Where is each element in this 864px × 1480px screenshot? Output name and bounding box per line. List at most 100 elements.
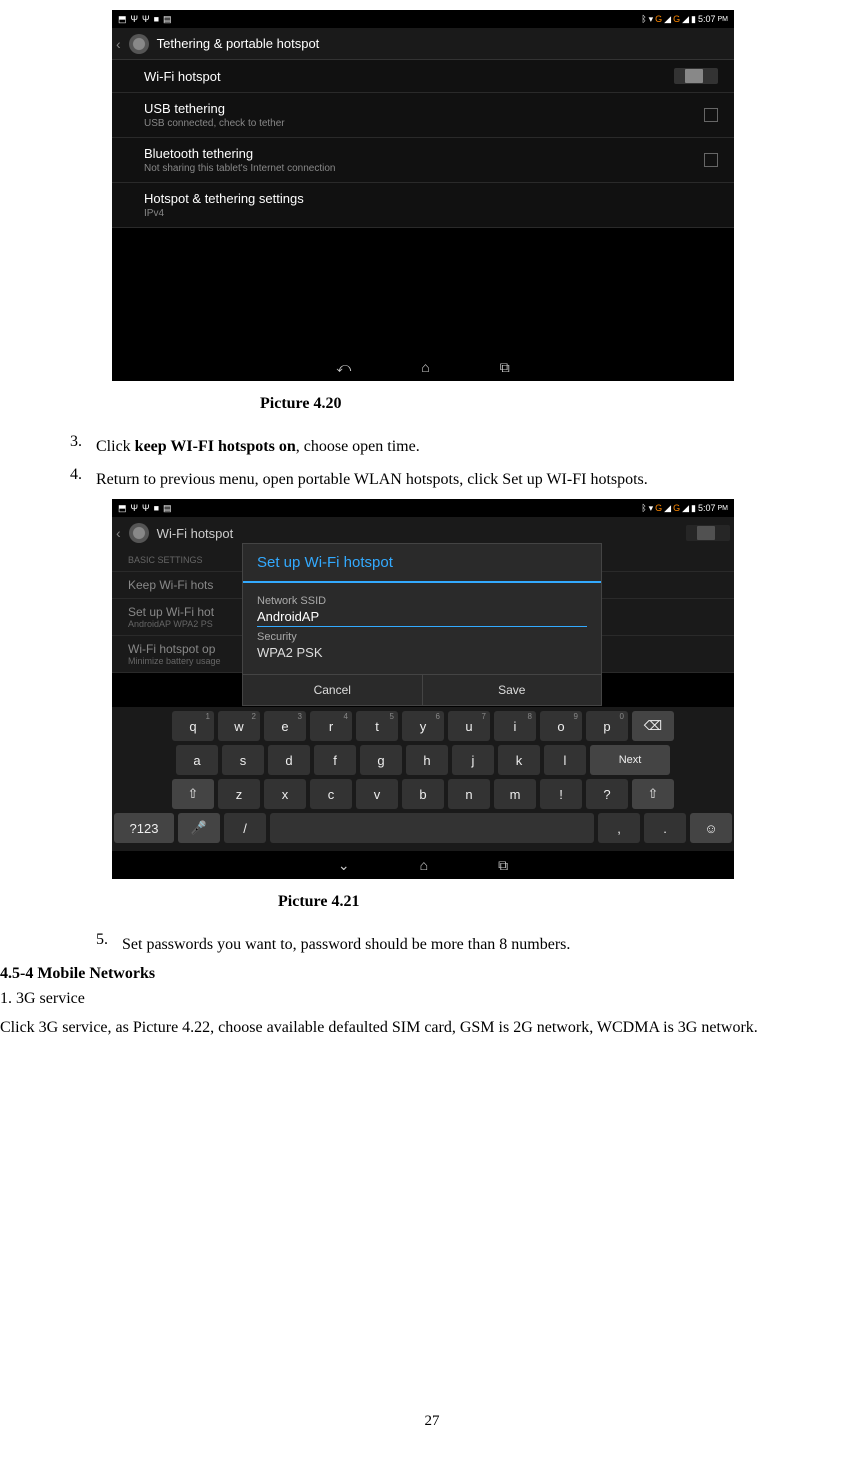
wifi-icon: ▾ xyxy=(649,503,654,514)
key-h[interactable]: h xyxy=(406,745,448,775)
clock-time: 5:07 xyxy=(698,14,716,24)
bt-tethering-checkbox[interactable] xyxy=(704,153,718,167)
status-right: ᛒ ▾ G ◢ G ◢ ▮ 5:07 PM xyxy=(641,14,728,25)
symbols-key[interactable]: ?123 xyxy=(114,813,174,843)
mic-key[interactable]: 🎤 xyxy=(178,813,220,843)
key-s[interactable]: s xyxy=(222,745,264,775)
ssid-input[interactable] xyxy=(257,607,587,627)
space-key[interactable] xyxy=(270,813,594,843)
wifi-hotspot-label: Wi-Fi hotspot xyxy=(144,69,221,84)
key-g[interactable]: g xyxy=(360,745,402,775)
status-bar-2: ⬒ Ψ Ψ ■ ▤ ᛒ ▾ G ◢ G ◢ ▮ 5:07 PM xyxy=(112,499,734,517)
bg-title: Wi-Fi hotspot xyxy=(157,526,234,541)
bluetooth-icon: ᛒ xyxy=(641,503,646,513)
row-hotspot-settings[interactable]: Hotspot & tethering settings IPv4 xyxy=(112,183,734,228)
period-key[interactable]: . xyxy=(644,813,686,843)
debug-icon: ■ xyxy=(154,503,159,513)
key-r[interactable]: r4 xyxy=(310,711,352,741)
security-value[interactable]: WPA2 PSK xyxy=(257,643,587,666)
usb-icon: Ψ xyxy=(131,503,139,513)
signal-g-1: G xyxy=(655,503,662,513)
key-t[interactable]: t5 xyxy=(356,711,398,741)
key-z[interactable]: z xyxy=(218,779,260,809)
bg-toggle xyxy=(686,525,730,541)
shift-key-left[interactable]: ⇧ xyxy=(172,779,214,809)
status-left: ⬒ Ψ Ψ ■ ▤ xyxy=(118,14,172,25)
slash-key[interactable]: / xyxy=(224,813,266,843)
backspace-key[interactable]: ⌫ xyxy=(632,711,674,741)
keyboard: q1w2e3r4t5y6u7i8o9p0⌫ asdfghjklNext ⇧zxc… xyxy=(112,707,734,851)
comma-key[interactable]: , xyxy=(598,813,640,843)
nav-bar-2: ⌄ ⌂ ⧉ xyxy=(112,851,734,879)
key-b[interactable]: b xyxy=(402,779,444,809)
usb-tethering-checkbox[interactable] xyxy=(704,108,718,122)
step-3-pre: Click xyxy=(96,438,135,455)
key-u[interactable]: u7 xyxy=(448,711,490,741)
wifi-hotspot-toggle[interactable] xyxy=(674,68,718,84)
key-y[interactable]: y6 xyxy=(402,711,444,741)
sd-icon: ▤ xyxy=(163,503,172,514)
bt-tethering-label: Bluetooth tethering xyxy=(144,146,335,161)
key-?[interactable]: ? xyxy=(586,779,628,809)
key-v[interactable]: v xyxy=(356,779,398,809)
keyboard-hide-icon[interactable]: ⌄ xyxy=(338,857,350,874)
key-x[interactable]: x xyxy=(264,779,306,809)
status-bar: ⬒ Ψ Ψ ■ ▤ ᛒ ▾ G ◢ G ◢ ▮ 5:07 PM xyxy=(112,10,734,28)
key-c[interactable]: c xyxy=(310,779,352,809)
row-usb-tethering[interactable]: USB tethering USB connected, check to te… xyxy=(112,93,734,138)
shift-key-right[interactable]: ⇧ xyxy=(632,779,674,809)
key-p[interactable]: p0 xyxy=(586,711,628,741)
recent-nav-icon[interactable]: ⧉ xyxy=(498,857,508,874)
key-f[interactable]: f xyxy=(314,745,356,775)
screenshot-tethering: ⬒ Ψ Ψ ■ ▤ ᛒ ▾ G ◢ G ◢ ▮ 5:07 PM ‹ Tether… xyxy=(112,10,734,381)
key-d[interactable]: d xyxy=(268,745,310,775)
key-w[interactable]: w2 xyxy=(218,711,260,741)
battery-icon: ▮ xyxy=(691,14,696,25)
signal-g-2: G xyxy=(673,14,680,24)
back-nav-icon[interactable]: ⤺ xyxy=(336,359,351,376)
key-k[interactable]: k xyxy=(498,745,540,775)
usb-icon-2: Ψ xyxy=(142,14,150,24)
key-j[interactable]: j xyxy=(452,745,494,775)
back-icon[interactable]: ‹ xyxy=(116,36,121,52)
signal-bars-1: ◢ xyxy=(664,503,671,514)
key-q[interactable]: q1 xyxy=(172,711,214,741)
recent-nav-icon[interactable]: ⧉ xyxy=(500,359,510,376)
key-![interactable]: ! xyxy=(540,779,582,809)
usb-tethering-sub: USB connected, check to tether xyxy=(144,118,285,129)
key-m[interactable]: m xyxy=(494,779,536,809)
save-button[interactable]: Save xyxy=(423,675,602,705)
key-n[interactable]: n xyxy=(448,779,490,809)
next-key[interactable]: Next xyxy=(590,745,670,775)
key-a[interactable]: a xyxy=(176,745,218,775)
usb-icon: Ψ xyxy=(131,14,139,24)
caption-2: Picture 4.21 xyxy=(278,893,864,911)
key-e[interactable]: e3 xyxy=(264,711,306,741)
caption-1: Picture 4.20 xyxy=(260,395,864,413)
wifi-icon: ▾ xyxy=(649,14,654,25)
dialog-title: Set up Wi-Fi hotspot xyxy=(243,544,601,583)
settings-header[interactable]: ‹ Tethering & portable hotspot xyxy=(112,28,734,60)
settings-list: Wi-Fi hotspot USB tethering USB connecte… xyxy=(112,60,734,228)
step-5: 5. Set passwords you want to, password s… xyxy=(88,931,864,958)
home-nav-icon[interactable]: ⌂ xyxy=(420,857,428,873)
row-bluetooth-tethering[interactable]: Bluetooth tethering Not sharing this tab… xyxy=(112,138,734,183)
clock-ampm-2: PM xyxy=(718,505,729,512)
step-3-num: 3. xyxy=(62,433,96,460)
status-left-2: ⬒ Ψ Ψ ■ ▤ xyxy=(118,503,172,514)
sd-icon: ▤ xyxy=(163,14,172,25)
clock-ampm: PM xyxy=(718,16,729,23)
status-right-2: ᛒ ▾ G ◢ G ◢ ▮ 5:07 PM xyxy=(641,503,728,514)
key-l[interactable]: l xyxy=(544,745,586,775)
section-line-1: 1. 3G service xyxy=(0,985,864,1012)
row-wifi-hotspot[interactable]: Wi-Fi hotspot xyxy=(112,60,734,93)
step-4-num: 4. xyxy=(62,466,96,493)
home-nav-icon[interactable]: ⌂ xyxy=(421,359,429,375)
setup-dialog: Set up Wi-Fi hotspot Network SSID Securi… xyxy=(242,543,602,706)
key-i[interactable]: i8 xyxy=(494,711,536,741)
step-4: 4. Return to previous menu, open portabl… xyxy=(62,466,864,493)
emoji-key[interactable]: ☺ xyxy=(690,813,732,843)
cancel-button[interactable]: Cancel xyxy=(243,675,423,705)
key-o[interactable]: o9 xyxy=(540,711,582,741)
debug-icon: ■ xyxy=(154,14,159,24)
